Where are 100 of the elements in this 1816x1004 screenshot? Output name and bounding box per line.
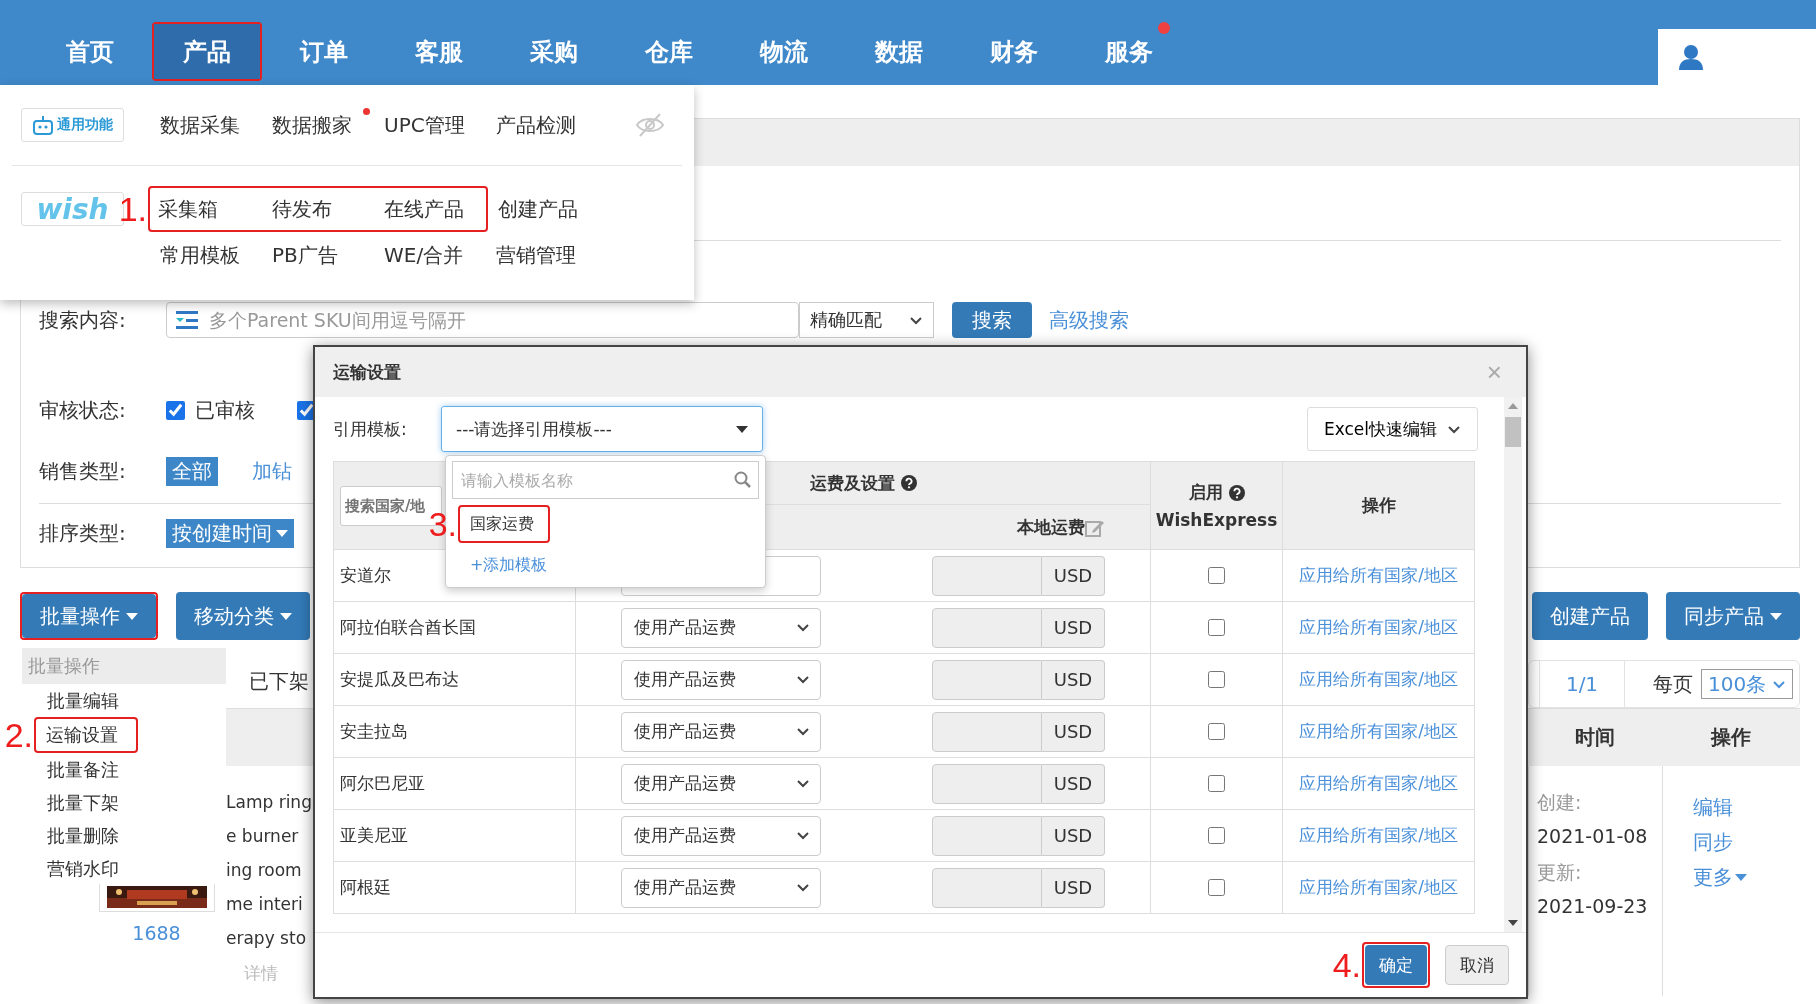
apply-all-link[interactable]: 应用给所有国家/地区 <box>1299 824 1458 847</box>
template-search-field[interactable]: 请输入模板名称 <box>452 461 759 499</box>
menu-link[interactable]: 待发布 <box>262 195 374 223</box>
nav-tab[interactable]: 物流 <box>731 22 837 81</box>
shipping-select[interactable]: 使用产品运费 <box>621 659 821 700</box>
cancel-button[interactable]: 取消 <box>1445 945 1509 985</box>
user-button[interactable] <box>1658 29 1816 85</box>
nav-tab[interactable]: 仓库 <box>616 22 722 81</box>
menu-link[interactable]: 产品检测 <box>486 111 598 139</box>
apply-all-link[interactable]: 应用给所有国家/地区 <box>1299 772 1458 795</box>
chevron-icon <box>796 622 810 633</box>
page-size-select[interactable]: 100条 <box>1701 669 1794 699</box>
fee-input[interactable] <box>932 711 1042 752</box>
fee-input[interactable] <box>932 607 1042 648</box>
shipping-select[interactable]: 使用产品运费 <box>621 815 821 856</box>
nav-tab[interactable]: 客服 <box>386 22 492 81</box>
product-title-line: erapy sto <box>226 928 307 950</box>
shipping-select[interactable]: 使用产品运费 <box>621 711 821 752</box>
confirm-button[interactable]: 确定 <box>1365 945 1427 985</box>
menu-link[interactable]: PB广告 <box>262 241 374 269</box>
shipping-select[interactable]: 使用产品运费 <box>621 607 821 648</box>
apply-all-link[interactable]: 应用给所有国家/地区 <box>1299 668 1458 691</box>
checkbox[interactable] <box>1208 619 1225 636</box>
menu-link[interactable]: 常用模板 <box>150 241 262 269</box>
robot-icon <box>32 114 54 136</box>
menu-link[interactable]: UPC管理 <box>374 111 486 139</box>
currency-addon: USD <box>1042 867 1105 908</box>
template-select[interactable]: ---请选择引用模板--- <box>441 406 763 452</box>
per-page-label: 每页 <box>1653 670 1693 698</box>
scrollbar[interactable] <box>1504 397 1522 932</box>
advanced-search-link[interactable]: 高级搜索 <box>1049 306 1129 334</box>
fee-input[interactable] <box>932 555 1042 596</box>
product-title-line: me interi <box>226 894 303 916</box>
menu-item[interactable]: 批量备注 <box>22 753 226 786</box>
chevron-icon <box>1447 423 1461 435</box>
search-field[interactable]: 多个Parent SKU间用逗号隔开 <box>166 302 799 338</box>
excel-edit-button[interactable]: Excel快速编辑 <box>1306 407 1478 451</box>
sort-select[interactable]: 按创建时间 <box>166 518 294 548</box>
menu-link[interactable]: 采集箱 <box>150 195 262 223</box>
dropdown-button[interactable]: 移动分类 <box>176 592 310 640</box>
country-name: 阿拉伯联合酋长国 <box>340 616 476 639</box>
menu-link[interactable]: 数据搬家 <box>262 111 374 139</box>
menu-item[interactable]: 运输设置 <box>46 718 118 752</box>
source-link[interactable]: 1688 <box>132 922 181 944</box>
action-link[interactable]: 更多 <box>1693 860 1747 895</box>
dropdown-option[interactable]: 国家运费 <box>470 513 534 535</box>
apply-all-link[interactable]: 应用给所有国家/地区 <box>1299 876 1458 899</box>
action-button[interactable]: 创建产品 <box>1532 592 1648 640</box>
search-button[interactable]: 搜索 <box>952 302 1032 338</box>
menu-link[interactable]: 在线产品 <box>374 195 486 223</box>
menu-link[interactable]: 营销管理 <box>486 241 598 269</box>
menu-link[interactable]: 创建产品 <box>488 195 600 223</box>
menu-item[interactable]: 批量下架 <box>22 786 226 819</box>
apply-all-link[interactable]: 应用给所有国家/地区 <box>1299 720 1458 743</box>
nav-tab[interactable]: 采购 <box>501 22 607 81</box>
fee-input[interactable] <box>932 659 1042 700</box>
dropdown-button[interactable]: 同步产品 <box>1666 592 1800 640</box>
menu-link[interactable]: WE/合并 <box>374 241 486 269</box>
nav-tab[interactable]: 服务 <box>1076 22 1182 81</box>
menu-item[interactable]: 批量删除 <box>22 819 226 852</box>
dropdown-button[interactable]: 批量操作 <box>22 594 156 638</box>
product-title-line: ing room <box>226 860 302 882</box>
filter-option[interactable]: 加钻 <box>246 456 298 486</box>
menu-item[interactable]: 营销水印 <box>22 852 226 885</box>
nav-tab[interactable]: 产品 <box>154 24 260 79</box>
help-icon <box>1228 484 1245 501</box>
nav-tab[interactable]: 财务 <box>961 22 1067 81</box>
apply-all-link[interactable]: 应用给所有国家/地区 <box>1299 616 1458 639</box>
nav-tab[interactable]: 数据 <box>846 22 952 81</box>
status-tab[interactable]: 已下架 <box>249 668 309 695</box>
checkbox[interactable] <box>1208 567 1225 584</box>
checkbox[interactable] <box>1208 827 1225 844</box>
fee-input[interactable] <box>932 815 1042 856</box>
filter-option[interactable]: 全部 <box>166 456 218 486</box>
currency-addon: USD <box>1042 711 1105 752</box>
shipping-select[interactable]: 使用产品运费 <box>621 867 821 908</box>
match-select[interactable]: 精确匹配 <box>799 302 934 338</box>
add-template-link[interactable]: +添加模板 <box>470 555 548 576</box>
country-name: 阿尔巴尼亚 <box>340 772 425 795</box>
fee-input[interactable] <box>932 763 1042 804</box>
shipping-select[interactable]: 使用产品运费 <box>621 763 821 804</box>
step-number: 2. <box>4 715 33 755</box>
nav-tab[interactable]: 订单 <box>271 22 377 81</box>
currency-addon: USD <box>1042 763 1105 804</box>
checkbox[interactable] <box>166 400 185 420</box>
checkbox[interactable] <box>1208 723 1225 740</box>
field-label: 搜索内容: <box>39 306 127 334</box>
column-header: 时间 <box>1574 724 1616 751</box>
fee-input[interactable] <box>932 867 1042 908</box>
nav-tab[interactable]: 首页 <box>37 22 143 81</box>
action-link[interactable]: 同步 <box>1693 825 1747 860</box>
dialog-title: 运输设置 <box>333 360 401 384</box>
action-link[interactable]: 编辑 <box>1693 790 1747 825</box>
menu-link[interactable]: 数据采集 <box>150 111 262 139</box>
menu-item[interactable]: 批量编辑 <box>22 684 226 717</box>
checkbox[interactable] <box>297 400 316 420</box>
checkbox[interactable] <box>1208 879 1225 896</box>
checkbox[interactable] <box>1208 671 1225 688</box>
apply-all-link[interactable]: 应用给所有国家/地区 <box>1299 564 1458 587</box>
checkbox[interactable] <box>1208 775 1225 792</box>
